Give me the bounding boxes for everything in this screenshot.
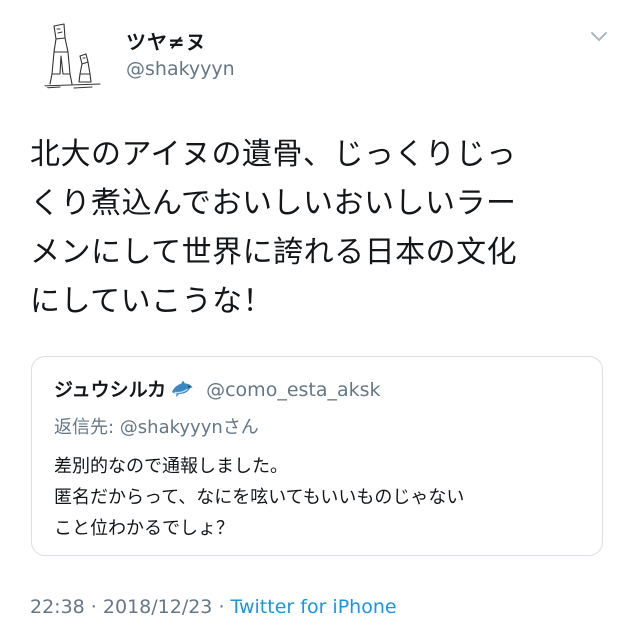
sketch-avatar-icon (39, 23, 101, 89)
user-handle[interactable]: @shakyyyn (126, 58, 235, 80)
meta-separator: · (212, 596, 231, 618)
reply-to-prefix: 返信先: (54, 417, 120, 438)
quoted-display-name: ジュウシルカ (54, 379, 167, 401)
chevron-down-icon (591, 32, 607, 41)
quoted-text-line: こと位わかるでしょ？ (54, 518, 234, 539)
tweet-text-line: にしていこうな！ (30, 284, 274, 319)
tweet-text: 北大のアイヌの遺骨、じっくりじっ くり煮込んでおいしいおいしいラー メンにして世… (30, 130, 610, 326)
tweet-text-line: 北大のアイヌの遺骨、じっくりじっ (30, 137, 517, 172)
reply-to-mention[interactable]: @shakyyyn (120, 417, 223, 438)
reply-to-suffix: さん (222, 417, 259, 438)
avatar[interactable] (30, 12, 114, 96)
tweet-menu-button[interactable] (590, 30, 608, 44)
tweet-time[interactable]: 22:38 (30, 596, 85, 618)
tweet-source-link[interactable]: Twitter for iPhone (231, 596, 397, 618)
quoted-tweet-text: 差別的なので通報しました。 匿名だからって、なにを呟いてもいいものじゃない こと… (54, 451, 464, 544)
tweet-detail: ツヤ≠ヌ @shakyyyn 北大のアイヌの遺骨、じっくりじっ くり煮込んでおい… (0, 0, 634, 640)
quoted-tweet-card[interactable]: ジュウシルカ @como_esta_aksk 返信先: @shakyyynさん … (31, 356, 603, 556)
quoted-text-line: 匿名だからって、なにを呟いてもいいものじゃない (54, 487, 465, 508)
quoted-user-handle: @como_esta_aksk (206, 379, 381, 401)
reply-to-line: 返信先: @shakyyynさん (54, 413, 259, 439)
tweet-date[interactable]: 2018/12/23 (103, 596, 213, 618)
tweet-metadata: 22:38 · 2018/12/23 · Twitter for iPhone (30, 596, 397, 618)
meta-separator: · (84, 596, 103, 618)
quoted-text-line: 差別的なので通報しました。 (54, 456, 288, 477)
tweet-text-line: くり煮込んでおいしいおいしいラー (30, 186, 517, 221)
tweet-text-line: メンにして世界に誇れる日本の文化 (30, 235, 518, 270)
dolphin-icon (170, 379, 194, 399)
display-name[interactable]: ツヤ≠ヌ (126, 26, 207, 55)
quoted-tweet-header: ジュウシルカ @como_esta_aksk (54, 375, 381, 402)
